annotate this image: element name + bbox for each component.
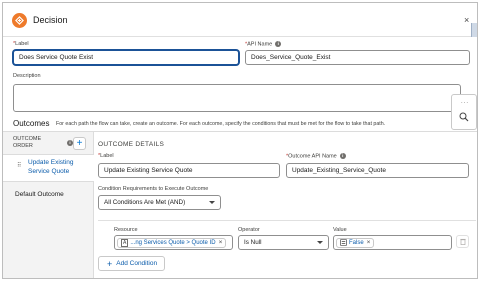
label-input[interactable]: Does Service Quote Exist (13, 50, 239, 65)
value-caption: Value (333, 227, 347, 233)
api-name-input[interactable]: Does_Service_Quote_Exist (245, 50, 470, 65)
outcome-order-header: OUTCOME ORDER (13, 136, 41, 150)
operator-caption: Operator (238, 227, 260, 233)
outcome-label-input[interactable]: Update Existing Service Quote (98, 163, 280, 178)
resource-caption: Resource (114, 227, 138, 233)
outcome-api-caption: *Outcome API Name i (286, 153, 346, 159)
more-icon[interactable]: ... (461, 99, 469, 105)
trash-icon (459, 238, 466, 245)
resource-value: ...ng Services Quote > Quote ID (130, 239, 216, 246)
operator-select[interactable]: Is Null (238, 235, 329, 250)
remove-icon[interactable]: × (367, 239, 371, 246)
delete-condition-button[interactable] (456, 235, 469, 248)
boolean-icon (340, 239, 347, 246)
outcome-list-item-label[interactable]: Update Existing Service Quote (28, 158, 83, 176)
decision-modal: Decision × *Label Does Service Quote Exi… (2, 2, 478, 279)
info-icon[interactable]: i (339, 153, 346, 159)
add-condition-button[interactable]: + Add Condition (98, 256, 165, 271)
condition-requirements-select[interactable]: All Conditions Are Met (AND) (98, 195, 221, 210)
remove-icon[interactable]: × (219, 239, 223, 246)
search-icon[interactable] (459, 112, 469, 122)
value-pill[interactable]: False × (336, 237, 375, 248)
resource-pill[interactable]: A ...ng Services Quote > Quote ID × (117, 237, 227, 248)
outcomes-title: Outcomes (13, 119, 50, 128)
description-caption: Description (13, 73, 41, 79)
outcome-label-caption: *Label (98, 153, 114, 159)
drag-handle-icon[interactable]: ⠿ (17, 162, 21, 169)
description-textarea[interactable] (13, 84, 461, 112)
condition-requirements-caption: Condition Requirements to Execute Outcom… (98, 186, 209, 192)
side-toolbar: ... (451, 94, 477, 130)
info-icon[interactable]: i (275, 41, 282, 47)
add-icon: + (107, 258, 113, 269)
add-condition-label: Add Condition (116, 260, 158, 267)
decision-icon (12, 13, 27, 28)
resource-input[interactable]: A ...ng Services Quote > Quote ID × (114, 235, 233, 250)
default-outcome-item[interactable]: Default Outcome (15, 191, 64, 198)
modal-header: Decision × (3, 3, 477, 37)
outcome-api-input[interactable]: Update_Existing_Service_Quote (286, 163, 469, 178)
add-outcome-button[interactable]: + (73, 137, 86, 150)
chevron-down-icon (317, 241, 323, 244)
modal-title: Decision (33, 15, 68, 25)
outcome-details-title: OUTCOME DETAILS (98, 141, 165, 148)
close-icon[interactable]: × (464, 15, 469, 25)
text-type-icon: A (121, 238, 129, 247)
value-value: False (349, 239, 364, 246)
scrollbar[interactable] (471, 23, 477, 37)
chevron-down-icon (209, 201, 215, 204)
outcome-order-header-line2: ORDER (13, 143, 33, 149)
outcome-order-header-line1: OUTCOME (13, 136, 42, 142)
value-input[interactable]: False × (333, 235, 452, 250)
condition-requirements-value: All Conditions Are Met (AND) (104, 199, 186, 206)
operator-value: Is Null (244, 239, 262, 246)
api-name-caption: *API Name i (245, 41, 282, 47)
outcomes-description: For each path the flow can take, create … (56, 121, 386, 127)
label-field-caption: *Label (13, 41, 29, 47)
